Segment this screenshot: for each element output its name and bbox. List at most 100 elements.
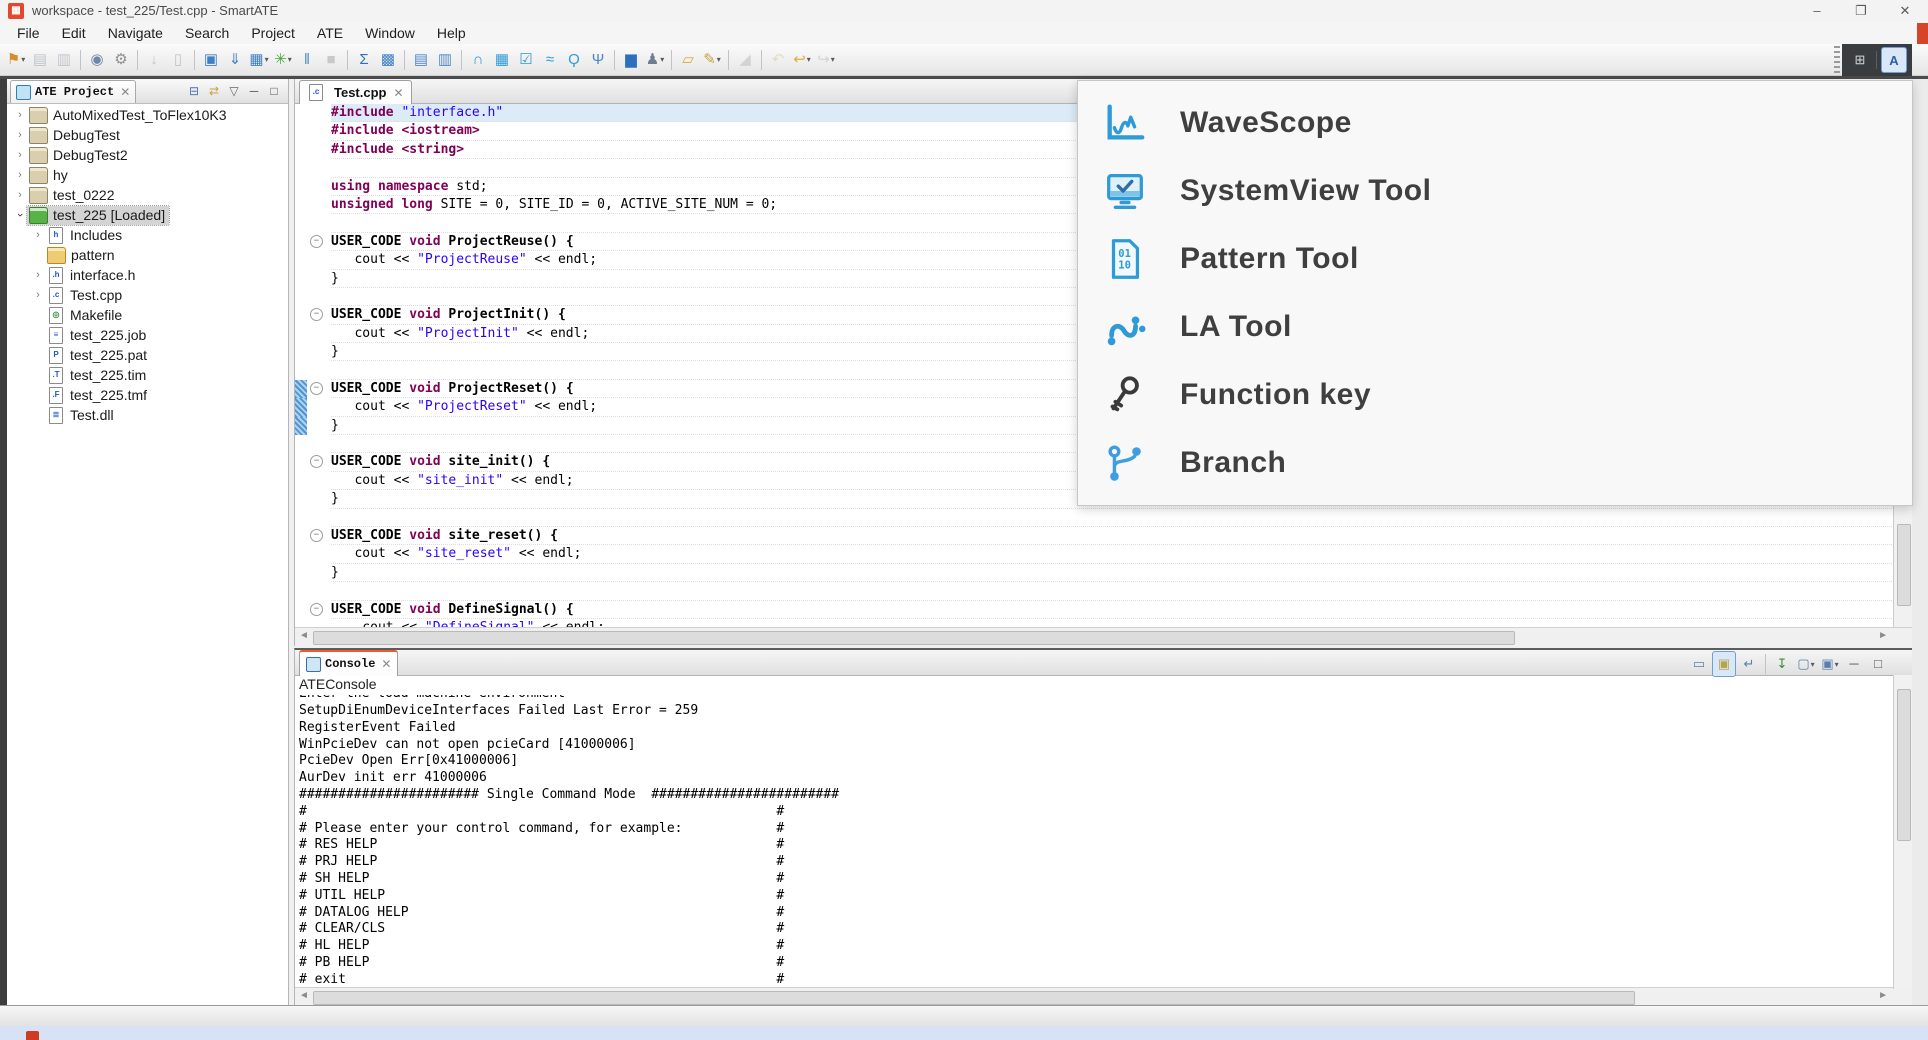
la-tool-button[interactable]: ∩ xyxy=(467,48,489,72)
chevron-down-icon[interactable]: ▾ xyxy=(660,55,664,64)
close-icon[interactable]: ✕ xyxy=(120,85,130,99)
editor-hscrollbar[interactable]: ◄ ► xyxy=(295,627,1912,646)
tree-item-test-225-tmf[interactable]: .Ftest_225.tmf xyxy=(7,385,288,405)
sum-tool-button[interactable]: Σ xyxy=(353,48,375,72)
tree-item-debugtest[interactable]: ›DebugTest xyxy=(7,125,288,145)
chevron-down-icon[interactable]: ▾ xyxy=(807,55,811,64)
word-wrap-button[interactable]: ↵ xyxy=(1738,652,1760,676)
code-line[interactable] xyxy=(331,509,1912,527)
close-icon[interactable]: ✕ xyxy=(394,86,404,100)
chevron-down-icon[interactable]: ▾ xyxy=(831,55,835,64)
fold-collapse-icon[interactable]: − xyxy=(310,382,323,395)
link-with-editor-icon[interactable]: ⇄ xyxy=(204,81,224,101)
tree-item-debugtest2[interactable]: ›DebugTest2 xyxy=(7,145,288,165)
menu-help[interactable]: Help xyxy=(426,22,477,44)
chevron-down-icon[interactable]: ▾ xyxy=(1811,660,1815,669)
undo-button[interactable]: ↶ xyxy=(767,48,789,72)
collapse-arrow-icon[interactable]: › xyxy=(31,289,45,301)
build-button[interactable]: ⚙ xyxy=(110,48,132,72)
fold-collapse-icon[interactable]: − xyxy=(310,308,323,321)
menu-item-pattern-tool[interactable]: 0110Pattern Tool xyxy=(1078,225,1912,293)
new-wizard-button[interactable]: ⚑▾ xyxy=(5,48,27,72)
branch-tool-button[interactable]: Ψ xyxy=(587,48,609,72)
menu-navigate[interactable]: Navigate xyxy=(97,22,174,44)
code-line[interactable]: } xyxy=(331,564,1912,582)
scroll-left-arrow[interactable]: ◄ xyxy=(299,630,309,641)
vscroll-thumb[interactable] xyxy=(1897,524,1911,606)
tree-item-pattern[interactable]: pattern xyxy=(7,245,288,265)
menu-ate[interactable]: ATE xyxy=(306,22,354,44)
close-icon[interactable]: ✕ xyxy=(381,657,391,671)
ate-perspective-button[interactable]: A xyxy=(1881,47,1907,73)
terminal-view-button[interactable]: ▣ xyxy=(200,48,222,72)
pattern-tool-button[interactable]: ▦ xyxy=(491,48,513,72)
scroll-lock-button[interactable]: ▣ xyxy=(1712,651,1736,677)
scroll-left-arrow[interactable]: ◄ xyxy=(299,990,309,1001)
collapse-arrow-icon[interactable]: › xyxy=(13,169,27,181)
clear-console-button[interactable]: ▭ xyxy=(1688,652,1710,676)
tree-item-automixedtest-toflex10k3[interactable]: ›AutoMixedTest_ToFlex10K3 xyxy=(7,105,288,125)
menu-search[interactable]: Search xyxy=(174,22,240,44)
tab-console[interactable]: Console ✕ xyxy=(299,650,398,676)
vscroll-thumb[interactable] xyxy=(1897,689,1911,841)
menu-item-branch[interactable]: Branch xyxy=(1078,429,1912,497)
console-vscrollbar[interactable] xyxy=(1893,675,1912,989)
save-all-button[interactable]: ▥ xyxy=(53,48,75,72)
tree-item-test-cpp[interactable]: ›.cTest.cpp xyxy=(7,285,288,305)
code-line[interactable] xyxy=(331,582,1912,600)
fold-collapse-icon[interactable]: − xyxy=(310,235,323,248)
collapse-arrow-icon[interactable]: › xyxy=(13,189,27,201)
menu-item-function-key[interactable]: Function key xyxy=(1078,361,1912,429)
collapse-arrow-icon[interactable]: › xyxy=(13,109,27,121)
code-line[interactable]: −USER_CODE void DefineSignal() { xyxy=(331,601,1912,619)
toolbar-grip[interactable] xyxy=(1834,46,1840,74)
maximize-icon[interactable]: □ xyxy=(264,81,284,101)
download-button[interactable]: ↓ xyxy=(143,48,165,72)
tree-item-test-225-job[interactable]: ≡test_225.job xyxy=(7,325,288,345)
view-menu-icon[interactable]: ▽ xyxy=(224,81,244,101)
tree-item-test-0222[interactable]: ›test_0222 xyxy=(7,185,288,205)
restore-window-button[interactable]: ❐ xyxy=(1844,0,1878,22)
pin-console-button[interactable]: ↧ xyxy=(1771,652,1793,676)
edit-tool-button[interactable]: ✎▾ xyxy=(701,48,723,72)
menu-file[interactable]: File xyxy=(6,22,51,44)
debug-button[interactable]: ✳▾ xyxy=(272,48,294,72)
menu-edit[interactable]: Edit xyxy=(51,22,97,44)
console-output[interactable]: Enter the load machine environmentSetupD… xyxy=(299,695,1879,991)
maximize-button[interactable]: □ xyxy=(1867,652,1889,676)
menu-window[interactable]: Window xyxy=(354,22,426,44)
fold-collapse-icon[interactable]: − xyxy=(310,529,323,542)
import-doc-button[interactable]: ▥ xyxy=(434,48,456,72)
chevron-down-icon[interactable]: ▾ xyxy=(717,55,721,64)
scroll-right-arrow[interactable]: ► xyxy=(1878,990,1888,1001)
display-console-button[interactable]: ▢▾ xyxy=(1795,652,1817,676)
run-download-button[interactable]: ⇓ xyxy=(224,48,246,72)
save-button[interactable]: ▤ xyxy=(29,48,51,72)
skip-breakpoints-button[interactable]: ◉ xyxy=(86,48,108,72)
tree-item-interface-h[interactable]: ›.hinterface.h xyxy=(7,265,288,285)
hscroll-thumb[interactable] xyxy=(313,631,1515,645)
close-window-button[interactable]: ✕ xyxy=(1888,0,1922,22)
code-line[interactable]: cout << "DefineSignal" << endl; xyxy=(331,619,1912,627)
tree-item-makefile[interactable]: ◎Makefile xyxy=(7,305,288,325)
collapse-arrow-icon[interactable]: › xyxy=(13,129,27,141)
chart-tool-button[interactable]: ▆ xyxy=(620,48,642,72)
menu-item-wavescope[interactable]: WaveScope xyxy=(1078,89,1912,157)
collapse-arrow-icon[interactable]: › xyxy=(31,229,45,241)
minimize-window-button[interactable]: – xyxy=(1800,0,1834,22)
menu-project[interactable]: Project xyxy=(240,22,306,44)
tree-item-test-225-loaded-[interactable]: ›test_225 [Loaded] xyxy=(7,205,288,225)
delete-button[interactable]: ▯ xyxy=(167,48,189,72)
code-line[interactable]: cout << "site_reset" << endl; xyxy=(331,545,1912,563)
suspend-button[interactable]: ‖ xyxy=(296,48,318,72)
tree-item-includes[interactable]: ›hIncludes xyxy=(7,225,288,245)
fold-collapse-icon[interactable]: − xyxy=(310,455,323,468)
tree-item-test-225-pat[interactable]: Ptest_225.pat xyxy=(7,345,288,365)
menu-item-la-tool[interactable]: LA Tool xyxy=(1078,293,1912,361)
minimize-icon[interactable]: ─ xyxy=(244,81,264,101)
tree-item-hy[interactable]: ›hy xyxy=(7,165,288,185)
code-line[interactable]: −USER_CODE void site_reset() { xyxy=(331,527,1912,545)
target-board-button[interactable]: ▦▾ xyxy=(248,48,270,72)
chevron-down-icon[interactable]: ▾ xyxy=(1835,660,1839,669)
export-doc-button[interactable]: ▤ xyxy=(410,48,432,72)
